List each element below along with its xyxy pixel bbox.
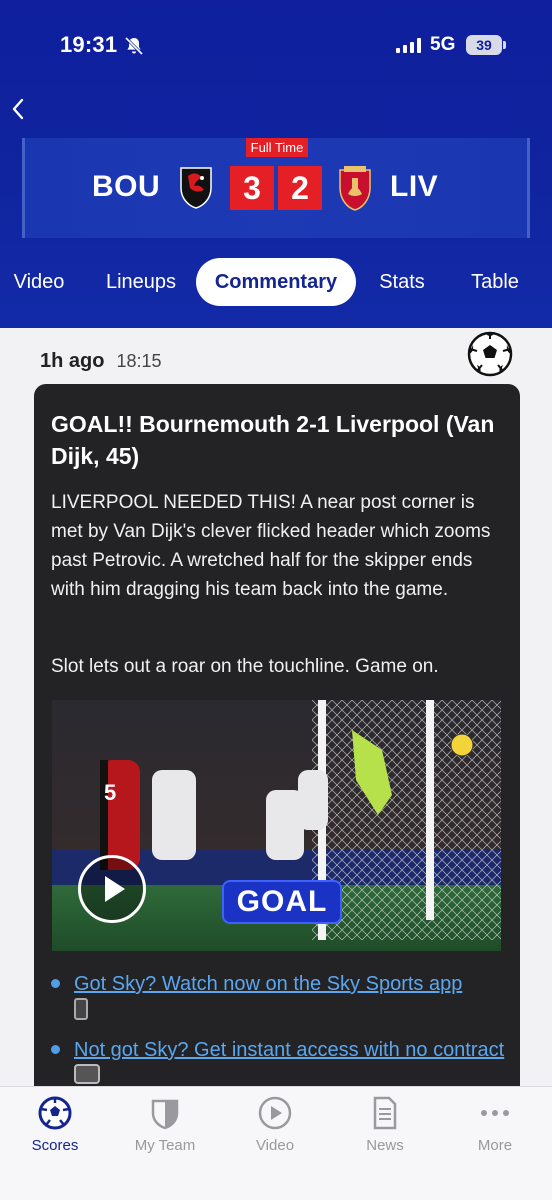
- status-time: 19:31: [60, 32, 118, 57]
- network-type: 5G: [430, 34, 456, 55]
- nav-scores[interactable]: Scores: [0, 1095, 110, 1154]
- tab-lineups[interactable]: Lineups: [96, 258, 186, 306]
- watch-on-sky-link[interactable]: Got Sky? Watch now on the Sky Sports app: [74, 973, 462, 995]
- scores-football-icon: [38, 1096, 72, 1130]
- match-tabs: Video Lineups Commentary Stats Table: [0, 258, 552, 306]
- list-item: Got Sky? Watch now on the Sky Sports app: [51, 970, 507, 1020]
- home-team-name[interactable]: BOU: [92, 170, 160, 204]
- tab-stats[interactable]: Stats: [368, 258, 436, 306]
- nav-video[interactable]: Video: [220, 1095, 330, 1154]
- match-status-badge: Full Time: [246, 138, 308, 157]
- goal-badge: GOAL: [222, 880, 342, 924]
- status-bar: 19:31 5G 39: [0, 0, 552, 90]
- television-icon: [74, 1064, 100, 1084]
- play-button[interactable]: [78, 855, 146, 923]
- tab-table[interactable]: Table: [462, 258, 528, 306]
- tab-video[interactable]: Video: [4, 258, 74, 306]
- goal-video-thumbnail[interactable]: 5 GOAL: [52, 700, 501, 951]
- cell-signal-icon: [396, 37, 421, 53]
- goal-commentary-card: GOAL!! Bournemouth 2-1 Liverpool (Van Di…: [34, 384, 520, 1086]
- video-play-icon: [258, 1096, 292, 1130]
- battery-tip: [503, 41, 506, 49]
- bullet-icon: [51, 1045, 60, 1054]
- nav-more-label: More: [477, 1137, 513, 1154]
- news-document-icon: [373, 1096, 397, 1130]
- post-meta: 1h ago 18:15: [40, 350, 162, 373]
- back-chevron-icon[interactable]: [6, 94, 30, 124]
- nav-news[interactable]: News: [330, 1095, 440, 1154]
- post-clock-time: 18:15: [116, 351, 162, 371]
- bottom-navigation: Scores My Team Video News More: [0, 1086, 552, 1200]
- commentary-feed[interactable]: 1h ago 18:15 GOAL!! Bournemouth 2-1 Live…: [0, 328, 552, 1086]
- instant-access-link[interactable]: Not got Sky? Get instant access with no …: [74, 1039, 504, 1061]
- away-score: 2: [278, 166, 322, 210]
- nav-video-label: Video: [255, 1137, 295, 1154]
- nav-my-team-label: My Team: [134, 1137, 196, 1154]
- tab-commentary[interactable]: Commentary: [196, 258, 356, 306]
- nav-more[interactable]: More: [440, 1095, 550, 1154]
- bournemouth-crest-icon: [180, 167, 212, 209]
- card-paragraph-2: Slot lets out a roar on the touchline. G…: [51, 656, 439, 677]
- card-title: GOAL!! Bournemouth 2-1 Liverpool (Van Di…: [51, 411, 495, 469]
- play-icon: [105, 876, 125, 902]
- post-time-ago: 1h ago: [40, 350, 105, 372]
- away-team-name[interactable]: LIV: [390, 170, 438, 204]
- card-paragraph-1: LIVERPOOL NEEDED THIS! A near post corne…: [51, 492, 491, 600]
- battery-icon: 39: [466, 35, 502, 55]
- home-score: 3: [230, 166, 274, 210]
- nav-my-team[interactable]: My Team: [110, 1095, 220, 1154]
- more-dots-icon: [481, 1110, 509, 1116]
- nav-news-label: News: [366, 1137, 404, 1154]
- svg-text:5: 5: [104, 780, 116, 805]
- bell-muted-icon: [124, 36, 144, 56]
- list-item: Not got Sky? Get instant access with no …: [51, 1036, 507, 1084]
- liverpool-crest-icon: [339, 166, 371, 211]
- match-header: 19:31 5G 39 Full Time BOU 3 2 LIV Video …: [0, 0, 552, 328]
- nav-scores-label: Scores: [31, 1137, 79, 1154]
- football-icon: [467, 331, 513, 377]
- mobile-phone-icon: [74, 998, 88, 1020]
- shield-icon: [151, 1099, 179, 1130]
- bullet-icon: [51, 979, 60, 988]
